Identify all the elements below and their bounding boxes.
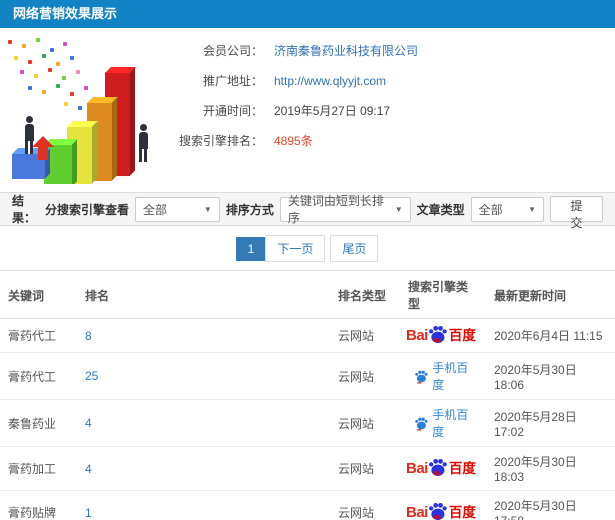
header-rank: 排名 bbox=[77, 270, 330, 319]
chevron-down-icon: ▼ bbox=[203, 204, 212, 214]
confetti-decoration bbox=[8, 40, 12, 44]
rank-cell: 4 bbox=[77, 446, 330, 491]
header-rank-type: 排名类型 bbox=[330, 270, 400, 319]
article-type-value: 全部 bbox=[478, 202, 503, 217]
info-row-company: 会员公司： 济南秦鲁药业科技有限公司 bbox=[178, 42, 615, 59]
keyword-cell: 膏药贴牌 bbox=[0, 490, 77, 520]
rank-cell: 8 bbox=[77, 318, 330, 353]
rank-type-cell: 云网站 bbox=[330, 352, 400, 400]
engine-cell: Bai du 百度 bbox=[400, 446, 486, 491]
results-filter-bar: 结果： 分搜索引擎查看 全部 ▼ 排序方式 关键词由短到长排序 ▼ 文章类型 全… bbox=[0, 192, 615, 230]
top-section: 会员公司： 济南秦鲁药业科技有限公司 推广地址： http://www.qlyy… bbox=[0, 28, 615, 185]
updated-cell: 2020年5月28日 17:02 bbox=[486, 399, 615, 447]
baidu-paw-icon: du bbox=[428, 502, 447, 520]
pagination: 1 下一页 尾页 bbox=[0, 226, 615, 270]
open-time-value: 2019年5月27日 09:17 bbox=[274, 104, 391, 118]
header-keyword: 关键词 bbox=[0, 270, 77, 319]
svg-text:du: du bbox=[433, 336, 442, 344]
keyword-cell: 膏药代工 bbox=[0, 352, 77, 400]
baidu-logo: Bai du 百度 bbox=[406, 325, 476, 344]
keyword-ranking-table: 关键词 排名 排名类型 搜索引擎类型 最新更新时间 膏药代工 8 云网站 Bai du 百… bbox=[0, 270, 615, 520]
sort-filter-label: 排序方式 bbox=[225, 202, 274, 217]
engine-filter-select[interactable]: 全部 ▼ bbox=[134, 196, 220, 222]
rank-type-cell: 云网站 bbox=[330, 490, 400, 520]
table-row: 膏药贴牌 1 云网站 Baidu百度 2020年5月30日 17:58 bbox=[0, 490, 615, 520]
svg-text:du: du bbox=[433, 469, 442, 477]
chevron-down-icon: ▼ bbox=[394, 204, 403, 214]
page-title: 网络营销效果展示 bbox=[0, 0, 615, 28]
table-row: 秦鲁药业 4 云网站 手机百度 2020年5月28日 17:02 bbox=[0, 399, 615, 447]
next-page-button[interactable]: 下一页 bbox=[265, 235, 326, 262]
company-label: 会员公司： bbox=[202, 44, 263, 58]
article-type-label: 文章类型 bbox=[416, 202, 465, 217]
bar-chart-clipart bbox=[0, 32, 178, 184]
rank-cell: 4 bbox=[77, 399, 330, 447]
engine-cell: Bai du 百度 bbox=[400, 490, 486, 520]
rank-type-cell: 云网站 bbox=[330, 318, 400, 353]
header-engine-type: 搜索引擎类型 bbox=[400, 270, 486, 319]
page-1-button[interactable]: 1 bbox=[235, 236, 267, 261]
engine-filter-label: 分搜索引擎查看 bbox=[44, 202, 129, 217]
filters: 分搜索引擎查看 全部 ▼ 排序方式 关键词由短到长排序 ▼ 文章类型 全部 ▼ … bbox=[44, 194, 603, 230]
baidu-logo: Bai du 百度 bbox=[406, 458, 476, 477]
mobile-baidu-logo: 手机百度 bbox=[414, 359, 478, 393]
rank-link[interactable]: 4 bbox=[85, 462, 92, 476]
rank-link[interactable]: 8 bbox=[85, 329, 92, 343]
baidu-paw-icon: du bbox=[428, 325, 447, 344]
table-row: 膏药加工 4 云网站 Bai du 百度 2020年5月30日 18:03 bbox=[0, 446, 615, 491]
businessman-figure-right bbox=[136, 124, 150, 162]
mobile-baidu-paw-icon bbox=[415, 370, 428, 384]
table-row: 膏药代工 8 云网站 Bai du 百度 2020年6月4日 11:15 bbox=[0, 318, 615, 353]
updated-cell: 2020年5月30日 18:03 bbox=[486, 446, 615, 491]
rank-count-label: 搜索引擎排名： bbox=[178, 134, 263, 148]
promo-url-label: 推广地址： bbox=[202, 74, 263, 88]
table-header-row: 关键词 排名 排名类型 搜索引擎类型 最新更新时间 bbox=[0, 270, 615, 319]
keyword-cell: 膏药代工 bbox=[0, 318, 77, 353]
last-page-button[interactable]: 尾页 bbox=[330, 235, 379, 262]
engine-cell: 手机百度 bbox=[400, 352, 486, 400]
table-row: 膏药代工 25 云网站 手机百度 2020年5月30日 18:06 bbox=[0, 352, 615, 400]
sort-filter-value: 关键词由短到长排序 bbox=[287, 194, 384, 225]
rank-type-cell: 云网站 bbox=[330, 446, 400, 491]
header-updated: 最新更新时间 bbox=[486, 270, 615, 319]
updated-cell: 2020年5月30日 18:06 bbox=[486, 352, 615, 400]
member-info: 会员公司： 济南秦鲁药业科技有限公司 推广地址： http://www.qlyy… bbox=[178, 32, 615, 185]
rank-link[interactable]: 1 bbox=[85, 506, 92, 520]
submit-button[interactable]: 提交 bbox=[550, 196, 603, 230]
promo-url-link[interactable]: http://www.qlyyjt.com bbox=[274, 74, 386, 88]
rank-cell: 25 bbox=[77, 352, 330, 400]
businessman-figure-left bbox=[22, 116, 36, 154]
article-type-select[interactable]: 全部 ▼ bbox=[470, 196, 545, 222]
rank-link[interactable]: 25 bbox=[85, 369, 98, 383]
engine-cell: 手机百度 bbox=[400, 399, 486, 447]
company-link[interactable]: 济南秦鲁药业科技有限公司 bbox=[274, 42, 418, 59]
svg-text:du: du bbox=[433, 513, 442, 520]
engine-cell: Bai du 百度 bbox=[400, 318, 486, 353]
open-time-label: 开通时间： bbox=[202, 104, 263, 118]
rank-count-value: 4895条 bbox=[274, 134, 313, 148]
keyword-table-body: 膏药代工 8 云网站 Bai du 百度 2020年6月4日 11:15 膏药代工 25 云网站手… bbox=[0, 318, 615, 520]
mobile-baidu-paw-icon bbox=[415, 417, 428, 431]
sort-filter-select[interactable]: 关键词由短到长排序 ▼ bbox=[279, 194, 411, 225]
info-row-open-time: 开通时间： 2019年5月27日 09:17 bbox=[178, 102, 615, 119]
rank-link[interactable]: 4 bbox=[85, 416, 92, 430]
updated-cell: 2020年6月4日 11:15 bbox=[486, 318, 615, 353]
info-row-rank-count: 搜索引擎排名： 4895条 bbox=[178, 132, 615, 149]
updated-cell: 2020年5月30日 17:58 bbox=[486, 490, 615, 520]
rank-cell: 1 bbox=[77, 490, 330, 520]
engine-filter-value: 全部 bbox=[142, 202, 167, 217]
results-label: 结果： bbox=[12, 194, 37, 225]
info-row-url: 推广地址： http://www.qlyyjt.com bbox=[178, 72, 615, 89]
chevron-down-icon: ▼ bbox=[528, 204, 537, 214]
rank-type-cell: 云网站 bbox=[330, 399, 400, 447]
keyword-cell: 膏药加工 bbox=[0, 446, 77, 491]
keyword-cell: 秦鲁药业 bbox=[0, 399, 77, 447]
baidu-logo: Bai du 百度 bbox=[406, 502, 476, 520]
baidu-paw-icon: du bbox=[428, 458, 447, 477]
mobile-baidu-logo: 手机百度 bbox=[414, 406, 478, 440]
